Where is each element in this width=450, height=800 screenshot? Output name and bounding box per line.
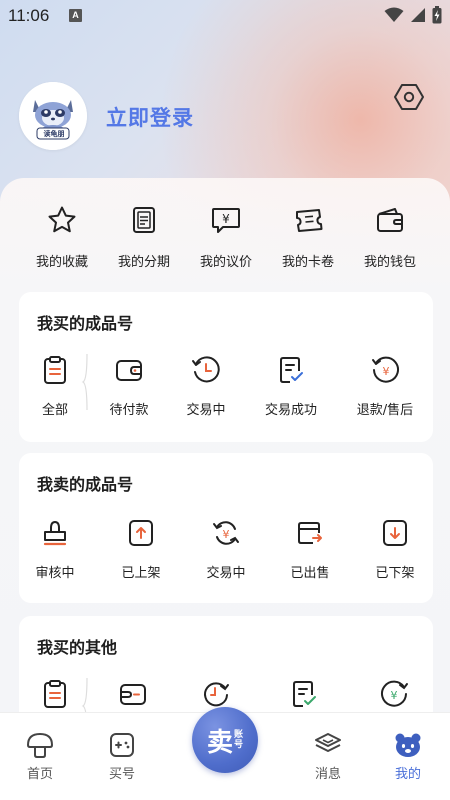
- sell-listed[interactable]: 已上架: [101, 517, 181, 581]
- wallet-pay-icon: [117, 678, 149, 710]
- check-doc-icon: [288, 678, 320, 710]
- buy-pending-payment-label: 待付款: [109, 403, 149, 418]
- bear-face-icon: [395, 733, 421, 757]
- signal-icon: [411, 8, 425, 22]
- status-bar: 11:06 A: [0, 0, 450, 32]
- svg-text:¥: ¥: [383, 365, 390, 378]
- quick-wallet-label: 我的钱包: [363, 255, 416, 270]
- buy-refund-label: 退款/售后: [356, 403, 414, 418]
- arrow-down-icon: [379, 517, 411, 549]
- quick-favorites[interactable]: 我的收藏: [17, 204, 107, 270]
- buy-other-trading[interactable]: [176, 678, 256, 710]
- buy-finished-items: 全部 待付款 交易中 交易成功 ¥ 退款/售后: [19, 350, 433, 430]
- exchange-icon: ¥: [210, 517, 242, 549]
- nav-buy-label: 买号: [108, 767, 135, 782]
- notification-a-icon: A: [69, 9, 82, 22]
- quick-favorites-label: 我的收藏: [35, 255, 88, 270]
- quick-installments-label: 我的分期: [117, 255, 170, 270]
- sell-delisted[interactable]: 已下架: [355, 517, 435, 581]
- quick-installments[interactable]: 我的分期: [99, 204, 189, 270]
- installment-icon: [128, 204, 160, 236]
- battery-icon: [432, 6, 442, 24]
- buy-success-label: 交易成功: [264, 403, 317, 418]
- login-link[interactable]: 立即登录: [106, 102, 194, 132]
- buy-all-label: 全部: [41, 403, 68, 418]
- buy-refund[interactable]: ¥ 退款/售后: [345, 354, 425, 418]
- status-time: 11:06: [8, 6, 50, 25]
- svg-text:¥: ¥: [223, 528, 230, 541]
- wallet-pay-icon: [113, 354, 145, 386]
- nav-messages[interactable]: 消息: [298, 731, 358, 782]
- sell-trading[interactable]: ¥ 交易中: [186, 517, 266, 581]
- nav-home[interactable]: 首页: [10, 731, 70, 782]
- nav-mine[interactable]: 我的: [378, 731, 438, 782]
- buy-success[interactable]: 交易成功: [251, 354, 331, 418]
- buy-pending-payment[interactable]: 待付款: [89, 354, 169, 418]
- buy-other-pending[interactable]: [93, 678, 173, 710]
- status-icons: [384, 6, 442, 24]
- sell-finished-items: 审核中 已上架 ¥ 交易中 已出售 已下架: [19, 511, 433, 591]
- sell-sub-chars: 账 号: [234, 730, 243, 750]
- sell-sub-char-2: 号: [234, 740, 244, 750]
- buy-trading-label: 交易中: [186, 403, 226, 418]
- nav-mine-label: 我的: [394, 767, 421, 782]
- stamp-icon: [39, 517, 71, 549]
- bargain-icon: ¥: [210, 204, 242, 236]
- clipboard-icon: [39, 678, 71, 710]
- avatar[interactable]: 读龟朋: [19, 82, 87, 150]
- arrow-up-icon: [125, 517, 157, 549]
- sold-box-icon: [294, 517, 326, 549]
- gamepad-icon: [110, 733, 134, 757]
- clock-icon: [200, 678, 232, 710]
- wifi-icon: [384, 7, 404, 22]
- nav-messages-label: 消息: [314, 767, 341, 782]
- content-panel: 我的收藏 我的分期 ¥ 我的议价 我的卡卷 我的钱包 我买的成品号 全部 待付款…: [0, 178, 450, 746]
- buy-finished-card: 我买的成品号 全部 待付款 交易中 交易成功 ¥ 退款/售后: [19, 292, 433, 442]
- sell-finished-title: 我卖的成品号: [37, 475, 134, 494]
- star-icon: [46, 204, 78, 236]
- buy-other-title: 我买的其他: [37, 638, 118, 657]
- refund-icon: ¥: [369, 354, 401, 386]
- refund-icon: ¥: [379, 678, 411, 710]
- home-mushroom-icon: [27, 733, 53, 758]
- buy-finished-title: 我买的成品号: [37, 314, 134, 333]
- clipboard-icon: [39, 354, 71, 386]
- buy-other-refund[interactable]: ¥: [355, 678, 435, 710]
- sell-sub-char-1: 账: [234, 730, 244, 740]
- coupon-icon: [292, 204, 324, 236]
- nav-buy[interactable]: 买号: [92, 731, 152, 782]
- svg-text:¥: ¥: [391, 689, 398, 702]
- buy-other-success[interactable]: [264, 678, 344, 710]
- quick-bargain[interactable]: ¥ 我的议价: [181, 204, 271, 270]
- sell-trading-label: 交易中: [206, 566, 246, 581]
- quick-bargain-label: 我的议价: [199, 255, 252, 270]
- quick-wallet[interactable]: 我的钱包: [345, 204, 435, 270]
- sell-delisted-label: 已下架: [375, 566, 415, 581]
- wallet-icon: [374, 204, 406, 236]
- clock-icon: [190, 354, 222, 386]
- quick-coupons[interactable]: 我的卡卷: [263, 204, 353, 270]
- sell-main-char: 卖: [206, 727, 233, 758]
- sell-reviewing[interactable]: 审核中: [15, 517, 95, 581]
- sell-listed-label: 已上架: [121, 566, 161, 581]
- sell-finished-card: 我卖的成品号 审核中 已上架 ¥ 交易中 已出售 已下架: [19, 453, 433, 603]
- quick-coupons-label: 我的卡卷: [281, 255, 334, 270]
- sell-account-button[interactable]: 卖 账 号: [192, 707, 258, 773]
- raccoon-mascot-icon: [19, 82, 87, 150]
- buy-trading[interactable]: 交易中: [166, 354, 246, 418]
- check-doc-icon: [275, 354, 307, 386]
- settings-hex-icon: [394, 84, 424, 110]
- avatar-caption: 读龟朋: [43, 130, 65, 138]
- settings-button[interactable]: [393, 82, 425, 112]
- sell-sold-label: 已出售: [290, 566, 330, 581]
- svg-text:¥: ¥: [222, 212, 230, 226]
- sell-sold[interactable]: 已出售: [270, 517, 350, 581]
- sell-reviewing-label: 审核中: [35, 566, 75, 581]
- layers-icon: [315, 733, 341, 752]
- nav-home-label: 首页: [26, 767, 53, 782]
